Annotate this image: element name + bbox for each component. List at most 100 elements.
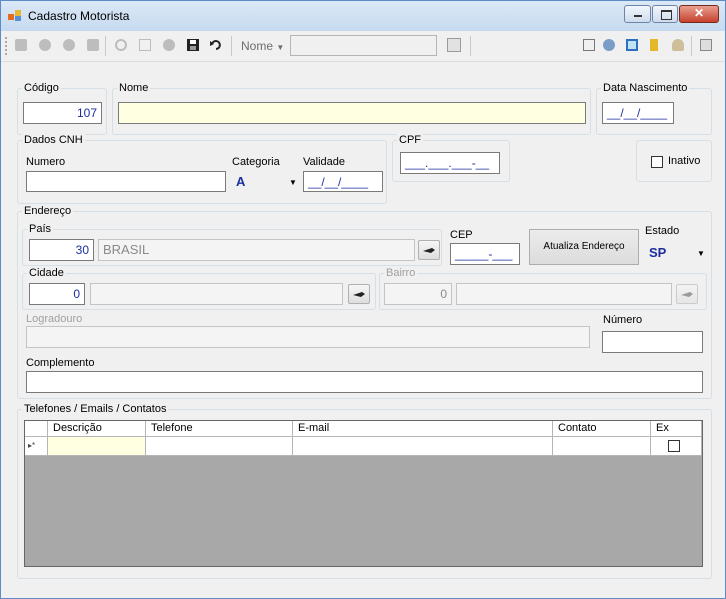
chevron-down-icon: ▼ bbox=[289, 178, 297, 187]
next-record-icon[interactable] bbox=[63, 39, 75, 51]
cnh-numero-field[interactable] bbox=[26, 171, 226, 192]
chevron-down-icon: ▼ bbox=[697, 249, 705, 258]
toolbar: Nome ▼ bbox=[1, 31, 725, 62]
form-content: Código 107 Nome Data Nascimento __/__/__… bbox=[7, 67, 718, 588]
column-header-ex[interactable]: Ex bbox=[651, 421, 702, 437]
close-button[interactable]: ✕ bbox=[679, 5, 719, 23]
codigo-label: Código bbox=[22, 82, 61, 94]
hand-pointer-icon bbox=[353, 292, 365, 297]
cnh-validade-field[interactable]: __/__/____ bbox=[303, 171, 383, 192]
column-header-email[interactable]: E-mail bbox=[293, 421, 553, 437]
estado-value: SP bbox=[649, 245, 667, 260]
print-icon[interactable] bbox=[583, 39, 595, 51]
logradouro-field bbox=[26, 326, 590, 348]
column-header-contato[interactable]: Contato bbox=[553, 421, 651, 437]
complemento-label: Complemento bbox=[26, 357, 95, 369]
search-field-label: Nome bbox=[241, 39, 274, 53]
nascimento-field[interactable]: __/__/____ bbox=[602, 102, 674, 124]
atualiza-endereco-button[interactable]: Atualiza Endereço bbox=[529, 229, 639, 265]
cidade-group: Cidade 0 bbox=[22, 267, 376, 310]
cpf-label: CPF bbox=[397, 134, 423, 146]
column-header-telefone[interactable]: Telefone bbox=[146, 421, 293, 437]
last-record-icon[interactable] bbox=[87, 39, 99, 51]
numero-field[interactable] bbox=[602, 331, 703, 353]
column-header-descricao[interactable]: Descrição bbox=[48, 421, 146, 437]
pais-nome-field: BRASIL bbox=[98, 239, 415, 261]
delete-icon[interactable] bbox=[163, 39, 175, 51]
cnh-numero-label: Numero bbox=[26, 156, 66, 168]
toolbar-grip[interactable] bbox=[5, 37, 9, 55]
cidade-codigo-field[interactable]: 0 bbox=[29, 283, 85, 305]
maximize-icon bbox=[661, 10, 672, 20]
save-icon[interactable] bbox=[187, 39, 199, 51]
new-row-ex-cell[interactable] bbox=[651, 437, 702, 456]
minimize-button[interactable] bbox=[624, 5, 651, 23]
complemento-field[interactable] bbox=[26, 371, 703, 393]
cnh-categoria-value: A bbox=[236, 174, 246, 189]
toolbar-separator bbox=[231, 36, 232, 56]
bairro-label: Bairro bbox=[384, 267, 418, 279]
title-bar[interactable]: Cadastro Motorista ✕ bbox=[1, 1, 725, 31]
inativo-label: Inativo bbox=[668, 155, 701, 167]
cidade-nome-field bbox=[90, 283, 343, 305]
close-icon: ✕ bbox=[693, 6, 705, 20]
contatos-grid[interactable]: Descrição Telefone E-mail Contato Ex ▸* bbox=[24, 420, 703, 567]
settings-icon[interactable] bbox=[603, 39, 615, 51]
nome-group: Nome bbox=[112, 82, 591, 135]
cidade-search-button[interactable] bbox=[348, 284, 370, 304]
hand-pointer-icon bbox=[423, 248, 435, 253]
cadastro-motorista-window: Cadastro Motorista ✕ Nome ▼ Código 107 N… bbox=[0, 0, 726, 599]
document-icon[interactable] bbox=[650, 39, 658, 51]
pais-group: País 30 BRASIL bbox=[22, 223, 442, 266]
bairro-codigo-field: 0 bbox=[384, 283, 452, 305]
chevron-down-icon: ▼ bbox=[276, 43, 285, 52]
estado-select[interactable]: SP ▼ bbox=[645, 241, 707, 263]
undo-icon[interactable] bbox=[210, 39, 222, 51]
inativo-checkbox[interactable] bbox=[651, 156, 663, 168]
new-row-ex-checkbox[interactable] bbox=[668, 440, 680, 452]
pais-label: País bbox=[27, 223, 54, 235]
search-icon[interactable] bbox=[447, 38, 461, 52]
bairro-group: Bairro 0 bbox=[379, 267, 707, 310]
new-row-indicator: ▸* bbox=[25, 437, 48, 456]
endereco-group-label: Endereço bbox=[22, 205, 74, 217]
cnh-categoria-select[interactable]: A ▼ bbox=[232, 171, 298, 192]
app-icon bbox=[8, 10, 21, 21]
add-icon[interactable] bbox=[115, 39, 127, 51]
nome-field[interactable] bbox=[118, 102, 586, 124]
new-row-contato-cell[interactable] bbox=[553, 437, 651, 456]
user-icon[interactable] bbox=[672, 39, 684, 51]
menu-icon[interactable] bbox=[700, 39, 712, 51]
codigo-field[interactable]: 107 bbox=[23, 102, 102, 124]
new-row-telefone-cell[interactable] bbox=[146, 437, 293, 456]
minimize-icon bbox=[634, 15, 642, 17]
pais-search-button[interactable] bbox=[418, 240, 440, 260]
nascimento-group: Data Nascimento __/__/____ bbox=[596, 82, 712, 135]
toolbar-separator bbox=[691, 36, 692, 56]
bairro-nome-field bbox=[456, 283, 672, 305]
codigo-group: Código 107 bbox=[17, 82, 107, 135]
nascimento-label: Data Nascimento bbox=[601, 82, 690, 94]
maximize-button[interactable] bbox=[652, 5, 678, 23]
edit-icon[interactable] bbox=[139, 39, 151, 51]
new-row-descricao-cell[interactable] bbox=[48, 437, 146, 456]
logradouro-label: Logradouro bbox=[26, 313, 83, 325]
toolbar-separator bbox=[105, 36, 106, 56]
cnh-categoria-label: Categoria bbox=[232, 156, 280, 168]
search-field-dropdown[interactable]: Nome ▼ bbox=[241, 39, 284, 53]
previous-record-icon[interactable] bbox=[39, 39, 51, 51]
refresh-icon[interactable] bbox=[626, 39, 638, 51]
cnh-validade-label: Validade bbox=[303, 156, 345, 168]
new-row-email-cell[interactable] bbox=[293, 437, 553, 456]
cnh-group-label: Dados CNH bbox=[22, 134, 85, 146]
estado-label: Estado bbox=[645, 225, 680, 237]
search-input[interactable] bbox=[290, 35, 437, 56]
cpf-field[interactable]: ___.___.___-__ bbox=[400, 152, 500, 174]
hand-pointer-icon bbox=[681, 292, 693, 297]
cep-field[interactable]: _____-___ bbox=[450, 243, 520, 265]
nome-label: Nome bbox=[117, 82, 151, 94]
first-record-icon[interactable] bbox=[15, 39, 27, 51]
grid-corner-header bbox=[25, 421, 48, 437]
cnh-group: Dados CNH Numero Categoria A ▼ Validade … bbox=[17, 134, 387, 204]
pais-codigo-field[interactable]: 30 bbox=[29, 239, 94, 261]
